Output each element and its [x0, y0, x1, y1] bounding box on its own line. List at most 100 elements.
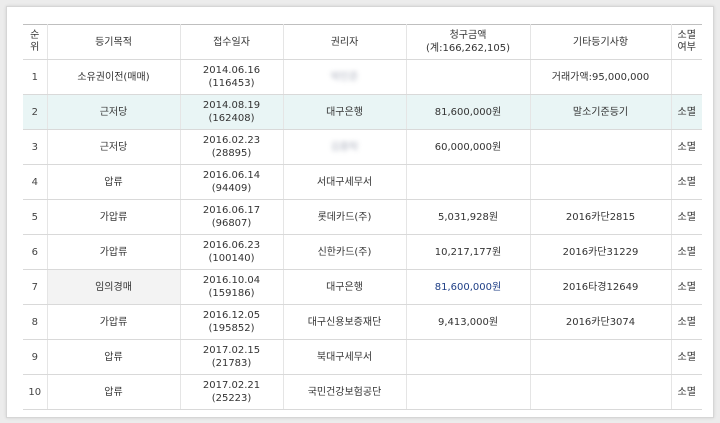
amount-cell: 5,031,928원 — [405, 199, 531, 235]
etc-cell — [529, 129, 672, 165]
rank-cell: 5 — [23, 199, 48, 235]
date-cell: 2016.12.05 (195852) — [179, 304, 284, 340]
etc-cell — [529, 164, 672, 200]
header-purpose: 등기목적 — [46, 24, 181, 60]
receipt-date: 2014.06.16 — [202, 65, 261, 76]
purpose-cell: 가압류 — [46, 234, 181, 270]
status-cell: 소멸 — [670, 339, 702, 375]
receipt-date: 2016.06.14 — [202, 170, 261, 181]
table-row: 7 임의경매 2016.10.04 (159186) 대구은행 81,600,000원 20… — [23, 269, 702, 305]
receipt-date: 2016.06.23 — [202, 240, 261, 251]
receipt-number: (21783) — [211, 358, 252, 369]
receipt-date: 2016.06.17 — [202, 205, 261, 216]
holder-cell: 대구은행 — [282, 94, 407, 130]
date-cell: 2016.02.23 (28895) — [179, 129, 284, 165]
redacted-holder: 박민준 — [330, 71, 359, 83]
header-no-text: 순위 — [30, 30, 40, 53]
status-cell — [670, 59, 702, 95]
amount-cell — [405, 339, 531, 375]
purpose-cell: 압류 — [46, 164, 181, 200]
date-cell: 2014.08.19 (162408) — [179, 94, 284, 130]
amount-cell — [405, 164, 531, 200]
table-row: 5 가압류 2016.06.17 (96807) 롯데카드(주) 5,031,928원 20… — [23, 199, 702, 235]
status-cell: 소멸 — [670, 234, 702, 270]
holder-name: 북대구세무서 — [316, 351, 373, 363]
status-cell: 소멸 — [670, 94, 702, 130]
page-frame: 순위 등기목적 접수일자 권리자 청구금액 (계:166,262,105) 기타… — [6, 6, 714, 418]
rank-cell: 10 — [23, 374, 48, 410]
receipt-number: (94409) — [211, 183, 252, 194]
etc-cell: 거래가액:95,000,000 — [529, 59, 672, 95]
receipt-number: (96807) — [211, 218, 252, 229]
receipt-number: (195852) — [208, 323, 255, 334]
receipt-date: 2016.02.23 — [202, 135, 261, 146]
receipt-date: 2017.02.15 — [202, 345, 261, 356]
rank-cell: 4 — [23, 164, 48, 200]
purpose-cell: 임의경매 — [46, 269, 181, 305]
receipt-date: 2016.10.04 — [202, 275, 261, 286]
amount-cell — [405, 59, 531, 95]
etc-cell: 2016카단2815 — [529, 199, 672, 235]
date-cell: 2016.06.14 (94409) — [179, 164, 284, 200]
table-row: 10 압류 2017.02.21 (25223) 국민건강보험공단 소멸 — [23, 374, 702, 410]
receipt-number: (159186) — [208, 288, 255, 299]
date-cell: 2016.06.23 (100140) — [179, 234, 284, 270]
table-row: 2 근저당 2014.08.19 (162408) 대구은행 81,600,000원 말소기… — [23, 94, 702, 130]
header-amount-total: (계:166,262,105) — [426, 43, 510, 54]
amount-cell: 10,217,177원 — [405, 234, 531, 270]
holder-cell: 대구은행 — [282, 269, 407, 305]
rank-cell: 6 — [23, 234, 48, 270]
receipt-date: 2014.08.19 — [202, 100, 261, 111]
rank-cell: 2 — [23, 94, 48, 130]
redacted-holder: 김종탁 — [330, 141, 359, 153]
header-date: 접수일자 — [179, 24, 284, 60]
table-row: 9 압류 2017.02.15 (21783) 북대구세무서 소멸 — [23, 339, 702, 375]
date-cell: 2016.06.17 (96807) — [179, 199, 284, 235]
receipt-date: 2017.02.21 — [202, 380, 261, 391]
status-cell: 소멸 — [670, 129, 702, 165]
header-no: 순위 — [23, 24, 48, 60]
purpose-cell: 가압류 — [46, 304, 181, 340]
table-row: 6 가압류 2016.06.23 (100140) 신한카드(주) 10,217,177원… — [23, 234, 702, 270]
header-status: 소멸여부 — [670, 24, 702, 60]
holder-cell: 신한카드(주) — [282, 234, 407, 270]
date-cell: 2016.10.04 (159186) — [179, 269, 284, 305]
holder-name: 롯데카드(주) — [317, 211, 372, 223]
table-row: 1 소유권이전(매매) 2014.06.16 (116453) 박민준 거래가액:95,0… — [23, 59, 702, 95]
table-row: 8 가압류 2016.12.05 (195852) 대구신용보증재단 9,413,000원… — [23, 304, 702, 340]
etc-cell: 2016카단31229 — [529, 234, 672, 270]
holder-name: 국민건강보험공단 — [307, 386, 382, 398]
date-cell: 2017.02.21 (25223) — [179, 374, 284, 410]
receipt-number: (162408) — [208, 113, 255, 124]
receipt-number: (28895) — [211, 148, 252, 159]
holder-name: 대구은행 — [326, 106, 363, 118]
header-row: 순위 등기목적 접수일자 권리자 청구금액 (계:166,262,105) 기타… — [23, 24, 702, 60]
receipt-number: (25223) — [211, 393, 252, 404]
holder-name: 대구은행 — [326, 281, 363, 293]
etc-cell: 2016카단3074 — [529, 304, 672, 340]
receipt-number: (116453) — [208, 78, 255, 89]
holder-name: 신한카드(주) — [317, 246, 372, 258]
purpose-cell: 근저당 — [46, 129, 181, 165]
holder-name: 대구신용보증재단 — [307, 316, 382, 328]
amount-cell: 60,000,000원 — [405, 129, 531, 165]
etc-cell — [529, 339, 672, 375]
purpose-cell: 소유권이전(매매) — [46, 59, 181, 95]
registry-table: 순위 등기목적 접수일자 권리자 청구금액 (계:166,262,105) 기타… — [23, 24, 702, 410]
amount-cell: 81,600,000원 — [405, 269, 531, 305]
date-cell: 2014.06.16 (116453) — [179, 59, 284, 95]
header-status-text: 소멸여부 — [677, 30, 696, 53]
holder-cell: 김종탁 — [282, 129, 407, 165]
etc-cell — [529, 374, 672, 410]
etc-cell: 말소기준등기 — [529, 94, 672, 130]
rank-cell: 8 — [23, 304, 48, 340]
purpose-cell: 압류 — [46, 374, 181, 410]
date-cell: 2017.02.15 (21783) — [179, 339, 284, 375]
rank-cell: 1 — [23, 59, 48, 95]
table-row: 3 근저당 2016.02.23 (28895) 김종탁 60,000,000원 소멸 — [23, 129, 702, 165]
holder-cell: 북대구세무서 — [282, 339, 407, 375]
holder-name: 서대구세무서 — [316, 176, 373, 188]
holder-cell: 박민준 — [282, 59, 407, 95]
etc-cell: 2016타경12649 — [529, 269, 672, 305]
status-cell: 소멸 — [670, 304, 702, 340]
